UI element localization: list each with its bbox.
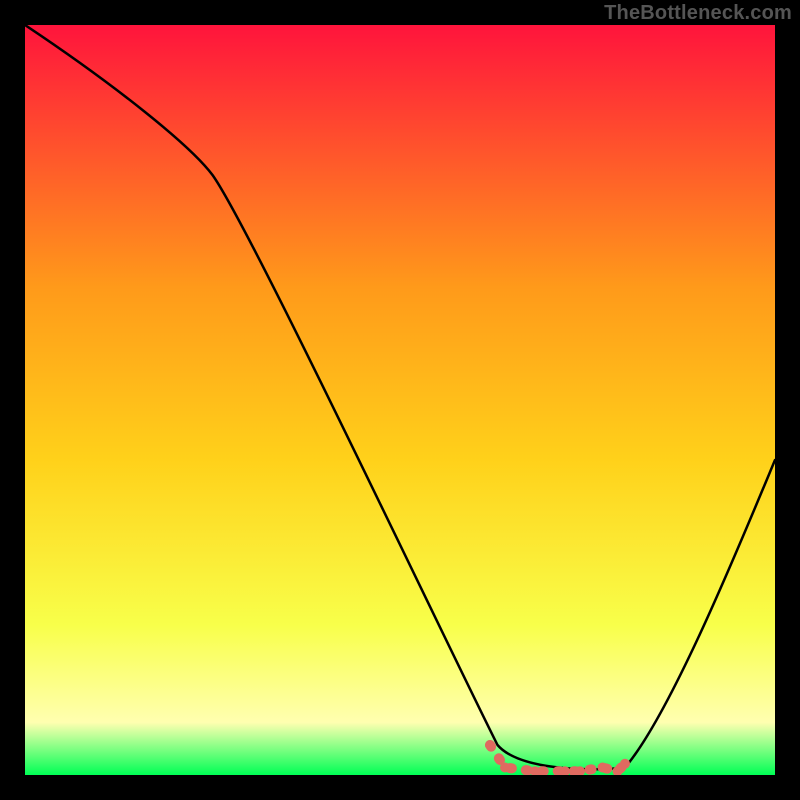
gradient-background <box>25 25 775 775</box>
optimal-dot <box>598 763 608 773</box>
watermark-text: TheBottleneck.com <box>604 2 792 25</box>
chart-container: TheBottleneck.com <box>0 0 800 800</box>
plot-area <box>25 25 775 775</box>
optimal-dot <box>500 763 510 773</box>
optimal-dot <box>485 740 495 750</box>
chart-svg <box>25 25 775 775</box>
optimal-dot <box>620 759 630 769</box>
